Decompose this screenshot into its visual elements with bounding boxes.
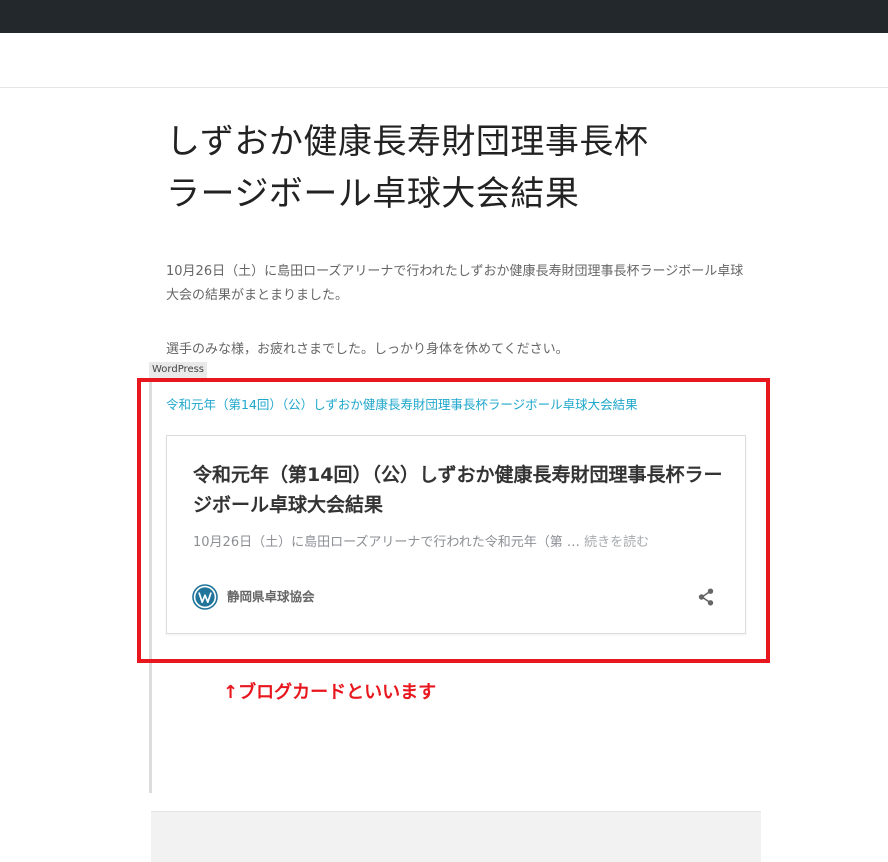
embed-block-label: WordPress [149, 362, 208, 378]
site-header [0, 33, 888, 88]
post-title-line2: ラージボール卓球大会結果 [166, 174, 580, 214]
annotation-text: ↑ブログカードといいます [223, 682, 437, 703]
post-title: しずおか健康長寿財団理事長杯 ラージボール卓球大会結果 [166, 116, 766, 220]
admin-top-bar [0, 0, 888, 33]
post-paragraph-2: 選手のみな様，お疲れさまでした。しっかり身体を休めてください。 [166, 342, 569, 357]
highlight-box [137, 378, 770, 663]
post-title-line1: しずおか健康長寿財団理事長杯 [166, 122, 649, 162]
post-paragraph-1: 10月26日（土）に島田ローズアリーナで行われたしずおか健康長寿財団理事長杯ラー… [166, 264, 744, 303]
footer-area [151, 811, 761, 862]
